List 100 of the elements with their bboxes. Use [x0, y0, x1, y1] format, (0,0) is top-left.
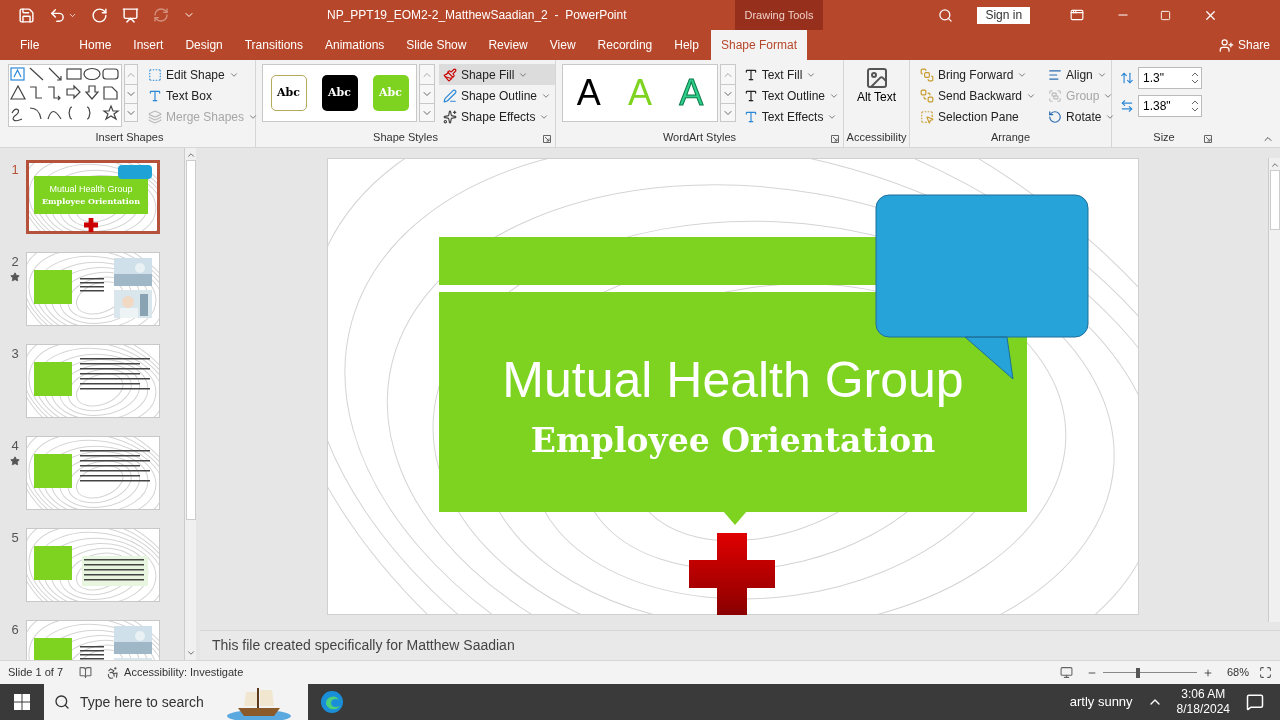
sign-in-button[interactable]: Sign in [977, 6, 1031, 24]
date-text: 8/18/2024 [1176, 702, 1230, 717]
dialog-launcher-icon[interactable] [831, 135, 839, 143]
scroll-down-icon [185, 648, 196, 658]
contextual-tab-header: Drawing Tools [734, 0, 824, 30]
slide-number: 2 [11, 253, 19, 271]
weather-text[interactable]: artly sunny [1069, 692, 1133, 712]
shape-style-preset[interactable]: Abc [321, 75, 358, 111]
scrollbar-thumb[interactable] [1269, 170, 1280, 230]
slide-title: Mutual Health Group [502, 351, 964, 410]
selection-pane-icon [920, 109, 934, 124]
ribbon-tab[interactable]: File [10, 30, 50, 60]
slide-indicator: Slide 1 of 7 [8, 665, 64, 681]
ribbon-display-icon[interactable] [1070, 8, 1085, 22]
scroll-up-icon [1269, 160, 1280, 170]
group-label: Arrange [990, 129, 1031, 145]
ribbon-command[interactable]: Selection Pane [916, 106, 1041, 127]
search-icon[interactable] [938, 7, 954, 23]
windows-icon[interactable] [14, 694, 30, 710]
alt-text-button[interactable]: Alt Text [851, 60, 902, 105]
height-icon [1120, 71, 1134, 85]
slide-number: 4 [11, 437, 19, 455]
scroll-up-icon [185, 150, 196, 160]
zoom-in-icon[interactable] [1202, 667, 1213, 678]
shapes-gallery-drawing[interactable] [9, 65, 121, 123]
ribbon-tab[interactable]: Review [478, 30, 538, 60]
ribbon-command[interactable]: Bring Forward [916, 64, 1041, 85]
ribbon-command[interactable]: Text Effects [739, 106, 843, 127]
bullet-lines-drawing [80, 450, 152, 484]
taskbar-search-field[interactable]: Type here to search [44, 684, 308, 720]
undo-icon[interactable] [49, 6, 66, 24]
thumbnail-subtitle: Employee Orientation [41, 195, 140, 206]
scrollbar[interactable] [184, 148, 196, 660]
ribbon-tab[interactable]: Design [175, 30, 233, 60]
slideshow-view-icon[interactable] [1059, 666, 1073, 679]
ribbon-tab[interactable]: Help [664, 30, 709, 60]
edit-shape-icon [148, 67, 162, 82]
zoom-percentage[interactable]: 68% [1226, 664, 1249, 681]
share-button[interactable]: Share [1218, 36, 1270, 54]
slide-number: 3 [11, 345, 19, 363]
ribbon-tab[interactable]: Home [69, 30, 122, 60]
dialog-launcher-icon[interactable] [543, 135, 551, 143]
ribbon-command[interactable]: Text Fill [739, 64, 843, 85]
text-effects-icon [743, 109, 758, 124]
ribbon-command[interactable]: Text Outline [739, 85, 843, 106]
merge-icon [148, 109, 162, 124]
fit-slide-icon[interactable] [1259, 666, 1272, 679]
window-title: NP_PPT19_EOM2-2_MatthewSaadian_2 - PowerPoint [327, 7, 627, 24]
zoom-thumb[interactable] [1135, 667, 1140, 678]
wordart-preset[interactable]: A [572, 75, 605, 111]
scrollbar[interactable] [1268, 158, 1280, 622]
notifications-icon[interactable] [1246, 693, 1264, 711]
scrollbar-thumb[interactable] [185, 160, 196, 520]
ribbon-tab[interactable]: Insert [123, 30, 174, 60]
browser-icon[interactable] [320, 690, 344, 714]
accessibility-button[interactable]: Accessibility: Investigate [106, 664, 244, 681]
slide-number: 6 [11, 621, 19, 639]
group-label: Insert Shapes [95, 129, 164, 145]
fill-bucket-icon [442, 67, 457, 82]
ribbon-tab[interactable]: Slide Show [396, 30, 477, 60]
slide-number: 1 [11, 161, 19, 179]
ribbon-command[interactable]: Shape Fill [438, 64, 555, 85]
ribbon-command[interactable]: Rotate [1044, 106, 1120, 127]
ribbon-tab[interactable]: Transitions [234, 30, 313, 60]
accessibility-icon [106, 665, 121, 680]
ribbon-command[interactable]: Send Backward [916, 85, 1041, 106]
ribbon-command[interactable]: Text Box [144, 85, 263, 106]
ribbon-command[interactable]: Shape Effects [438, 106, 555, 127]
notes-text: This file created specifically for Matthew Saadian [212, 636, 515, 655]
clock[interactable]: 3:06 AM 8/18/2024 [1176, 687, 1230, 717]
spinner-icon [1191, 71, 1199, 85]
ribbon-command[interactable]: Edit Shape [144, 64, 263, 85]
send-backward-icon [920, 88, 934, 103]
bullet-lines-drawing [80, 358, 152, 392]
group-label: WordArt Styles [662, 129, 737, 145]
slideshow-icon[interactable] [122, 6, 139, 24]
ribbon-tab[interactable]: View [539, 30, 586, 60]
shape-style-preset[interactable]: Abc [270, 75, 307, 111]
group-icon [1048, 88, 1063, 103]
restore-icon[interactable] [1160, 9, 1172, 21]
search-icon [54, 694, 70, 710]
zoom-slider[interactable] [1102, 667, 1197, 678]
dialog-launcher-icon[interactable] [1204, 135, 1212, 143]
person-add-icon [1218, 37, 1234, 53]
title-box [34, 362, 72, 396]
group-label: Size [1153, 129, 1175, 145]
ribbon-command[interactable]: Shape Outline [438, 85, 555, 106]
ribbon-tab[interactable]: Shape Format [710, 30, 807, 60]
text-color-icon [743, 67, 758, 82]
redo-icon[interactable] [91, 6, 108, 24]
group-label: Shape Styles [373, 129, 438, 145]
ribbon-tab[interactable]: Animations [315, 30, 395, 60]
text-color-icon [743, 88, 758, 103]
slide-number: 5 [11, 529, 19, 547]
ribbon-command[interactable]: Align [1044, 64, 1120, 85]
ribbon-tab[interactable]: Recording [587, 30, 663, 60]
spelling-icon[interactable] [79, 666, 93, 679]
size-field[interactable]: 1.38" [1138, 95, 1202, 117]
size-field[interactable]: 1.3" [1138, 67, 1202, 89]
save-icon[interactable] [18, 6, 35, 24]
